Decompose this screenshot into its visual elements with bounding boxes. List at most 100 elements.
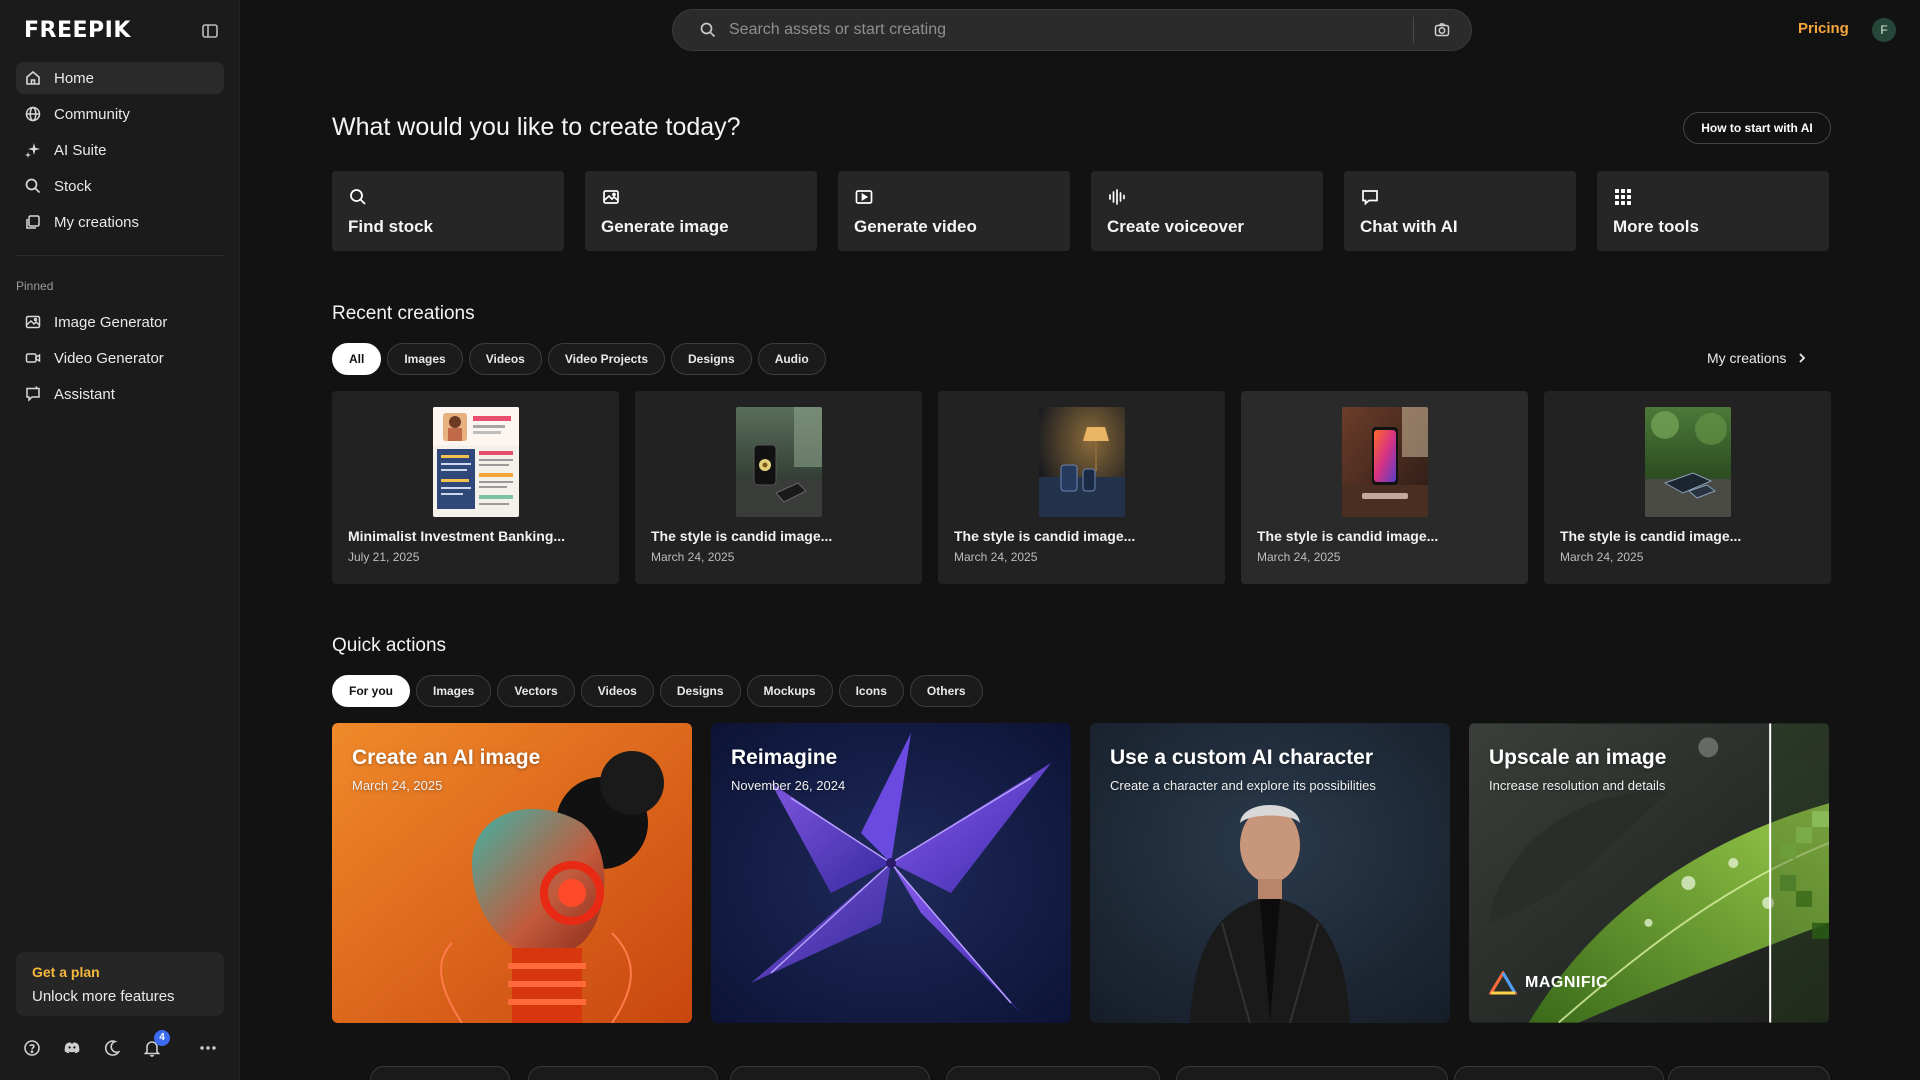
chat-icon bbox=[1360, 187, 1380, 207]
sidebar-item-label: Home bbox=[54, 69, 95, 87]
peek-item bbox=[730, 1066, 930, 1080]
tool-label: Find stock bbox=[348, 217, 434, 236]
sidebar-item-my-creations[interactable]: My creations bbox=[16, 206, 224, 238]
recent-creation-card[interactable]: The style is candid image... March 24, 2… bbox=[1241, 391, 1528, 584]
more-options-icon[interactable] bbox=[198, 1038, 218, 1058]
collapse-sidebar-icon[interactable] bbox=[200, 21, 220, 41]
quick-action-title: Upscale an image bbox=[1489, 746, 1667, 769]
creation-thumbnail bbox=[1341, 407, 1428, 517]
filter-chip-icons[interactable]: Icons bbox=[838, 675, 904, 707]
sidebar-item-community[interactable]: Community bbox=[16, 98, 224, 130]
peek-item bbox=[1454, 1066, 1664, 1080]
recent-creation-card[interactable]: Minimalist Investment Banking... July 21… bbox=[332, 391, 619, 584]
logo-row: FREEPIK bbox=[24, 18, 220, 44]
plan-subtitle: Unlock more features bbox=[32, 988, 175, 1005]
tool-find-stock[interactable]: Find stock bbox=[332, 171, 564, 251]
tool-generate-video[interactable]: Generate video bbox=[838, 171, 1070, 251]
pinned-heading: Pinned bbox=[16, 279, 54, 293]
filter-chip-audio[interactable]: Audio bbox=[757, 343, 826, 375]
dark-mode-icon[interactable] bbox=[102, 1038, 122, 1058]
image-generator-icon bbox=[24, 313, 42, 331]
creation-date: March 24, 2025 bbox=[1257, 550, 1341, 564]
sidebar-item-label: Stock bbox=[54, 177, 92, 195]
tool-generate-image[interactable]: Generate image bbox=[585, 171, 817, 251]
grid-icon bbox=[1613, 187, 1633, 207]
notification-badge: 4 bbox=[154, 1030, 170, 1046]
search-bar[interactable] bbox=[672, 9, 1472, 51]
sidebar-item-label: Image Generator bbox=[54, 313, 168, 331]
creation-thumbnail bbox=[432, 407, 519, 517]
main-nav: Home Community AI Suite Stock My creatio… bbox=[16, 62, 224, 242]
image-icon bbox=[601, 187, 621, 207]
filter-chip-videos[interactable]: Videos bbox=[580, 675, 654, 707]
creation-title: The style is candid image... bbox=[1257, 528, 1439, 544]
quick-actions-title: Quick actions bbox=[332, 635, 447, 656]
filter-chip-designs[interactable]: Designs bbox=[659, 675, 741, 707]
creation-title: Minimalist Investment Banking... bbox=[348, 528, 566, 544]
magnific-label: MAGNIFIC bbox=[1525, 974, 1609, 991]
sidebar-item-image-generator[interactable]: Image Generator bbox=[16, 306, 224, 338]
filter-chip-images[interactable]: Images bbox=[416, 675, 492, 707]
quick-action-upscale[interactable]: Upscale an image Increase resolution and… bbox=[1469, 723, 1829, 1023]
filter-chip-all[interactable]: All bbox=[332, 343, 382, 375]
recent-creation-card[interactable]: The style is candid image... March 24, 2… bbox=[938, 391, 1225, 584]
filter-chip-for-you[interactable]: For you bbox=[332, 675, 410, 707]
magnific-brand: MAGNIFIC bbox=[1489, 971, 1608, 995]
filter-chip-others[interactable]: Others bbox=[909, 675, 983, 707]
filter-chip-mockups[interactable]: Mockups bbox=[746, 675, 833, 707]
discord-icon[interactable] bbox=[62, 1038, 82, 1058]
home-icon bbox=[24, 69, 42, 87]
quick-action-reimagine[interactable]: Reimagine November 26, 2024 bbox=[711, 723, 1071, 1023]
peek-item bbox=[1176, 1066, 1448, 1080]
recent-creations-list: Minimalist Investment Banking... July 21… bbox=[332, 391, 1831, 584]
freepik-logo[interactable]: FREEPIK bbox=[24, 18, 131, 43]
sidebar-item-label: Assistant bbox=[54, 385, 115, 403]
filter-chip-vectors[interactable]: Vectors bbox=[497, 675, 575, 707]
page-title: What would you like to create today? bbox=[332, 113, 741, 141]
camera-search-icon[interactable] bbox=[1433, 21, 1451, 39]
sidebar-item-assistant[interactable]: Assistant bbox=[16, 378, 224, 410]
sidebar-item-video-generator[interactable]: Video Generator bbox=[16, 342, 224, 374]
assistant-icon bbox=[24, 385, 42, 403]
recent-creation-card[interactable]: The style is candid image... March 24, 2… bbox=[1544, 391, 1831, 584]
creation-date: March 24, 2025 bbox=[954, 550, 1038, 564]
filter-chip-video-projects[interactable]: Video Projects bbox=[547, 343, 665, 375]
sidebar-item-ai-suite[interactable]: AI Suite bbox=[16, 134, 224, 166]
my-creations-link[interactable]: My creations bbox=[1707, 350, 1808, 366]
get-plan-card[interactable]: Get a plan Unlock more features bbox=[16, 952, 224, 1016]
tool-more-tools[interactable]: More tools bbox=[1597, 171, 1829, 251]
search-input[interactable] bbox=[729, 10, 1369, 50]
create-tools: Find stock Generate image Generate video… bbox=[332, 171, 1830, 251]
sidebar-item-label: Community bbox=[54, 105, 130, 123]
sidebar-divider bbox=[16, 255, 224, 256]
tool-label: Create voiceover bbox=[1107, 217, 1245, 236]
creation-date: July 21, 2025 bbox=[348, 550, 420, 564]
search-divider bbox=[1413, 17, 1414, 43]
sidebar-item-home[interactable]: Home bbox=[16, 62, 224, 94]
quick-filter-chips: For you Images Vectors Videos Designs Mo… bbox=[332, 675, 983, 707]
search-icon bbox=[699, 21, 717, 39]
filter-chip-images[interactable]: Images bbox=[387, 343, 463, 375]
filter-chip-videos[interactable]: Videos bbox=[468, 343, 542, 375]
pricing-link[interactable]: Pricing bbox=[1798, 20, 1849, 37]
my-creations-link-label: My creations bbox=[1707, 350, 1787, 366]
quick-action-create-ai-image[interactable]: Create an AI image March 24, 2025 bbox=[332, 723, 692, 1023]
help-icon[interactable] bbox=[22, 1038, 42, 1058]
quick-actions-list: Create an AI image March 24, 2025 Reimag… bbox=[332, 723, 1830, 1023]
chevron-right-icon bbox=[1796, 352, 1808, 364]
avatar[interactable]: F bbox=[1872, 18, 1896, 42]
filter-chip-designs[interactable]: Designs bbox=[671, 343, 752, 375]
creation-thumbnail bbox=[1038, 407, 1125, 517]
tool-chat-with-ai[interactable]: Chat with AI bbox=[1344, 171, 1576, 251]
sidebar-item-label: Video Generator bbox=[54, 349, 164, 367]
recent-creation-card[interactable]: The style is candid image... March 24, 2… bbox=[635, 391, 922, 584]
peek-item bbox=[528, 1066, 718, 1080]
quick-action-custom-character[interactable]: Use a custom AI character Create a chara… bbox=[1090, 723, 1450, 1023]
peek-item bbox=[946, 1066, 1160, 1080]
how-to-start-button[interactable]: How to start with AI bbox=[1683, 112, 1831, 144]
sidebar-item-stock[interactable]: Stock bbox=[16, 170, 224, 202]
sidebar-item-label: AI Suite bbox=[54, 141, 107, 159]
creation-date: March 24, 2025 bbox=[1560, 550, 1644, 564]
tool-label: Generate video bbox=[854, 217, 977, 236]
tool-create-voiceover[interactable]: Create voiceover bbox=[1091, 171, 1323, 251]
